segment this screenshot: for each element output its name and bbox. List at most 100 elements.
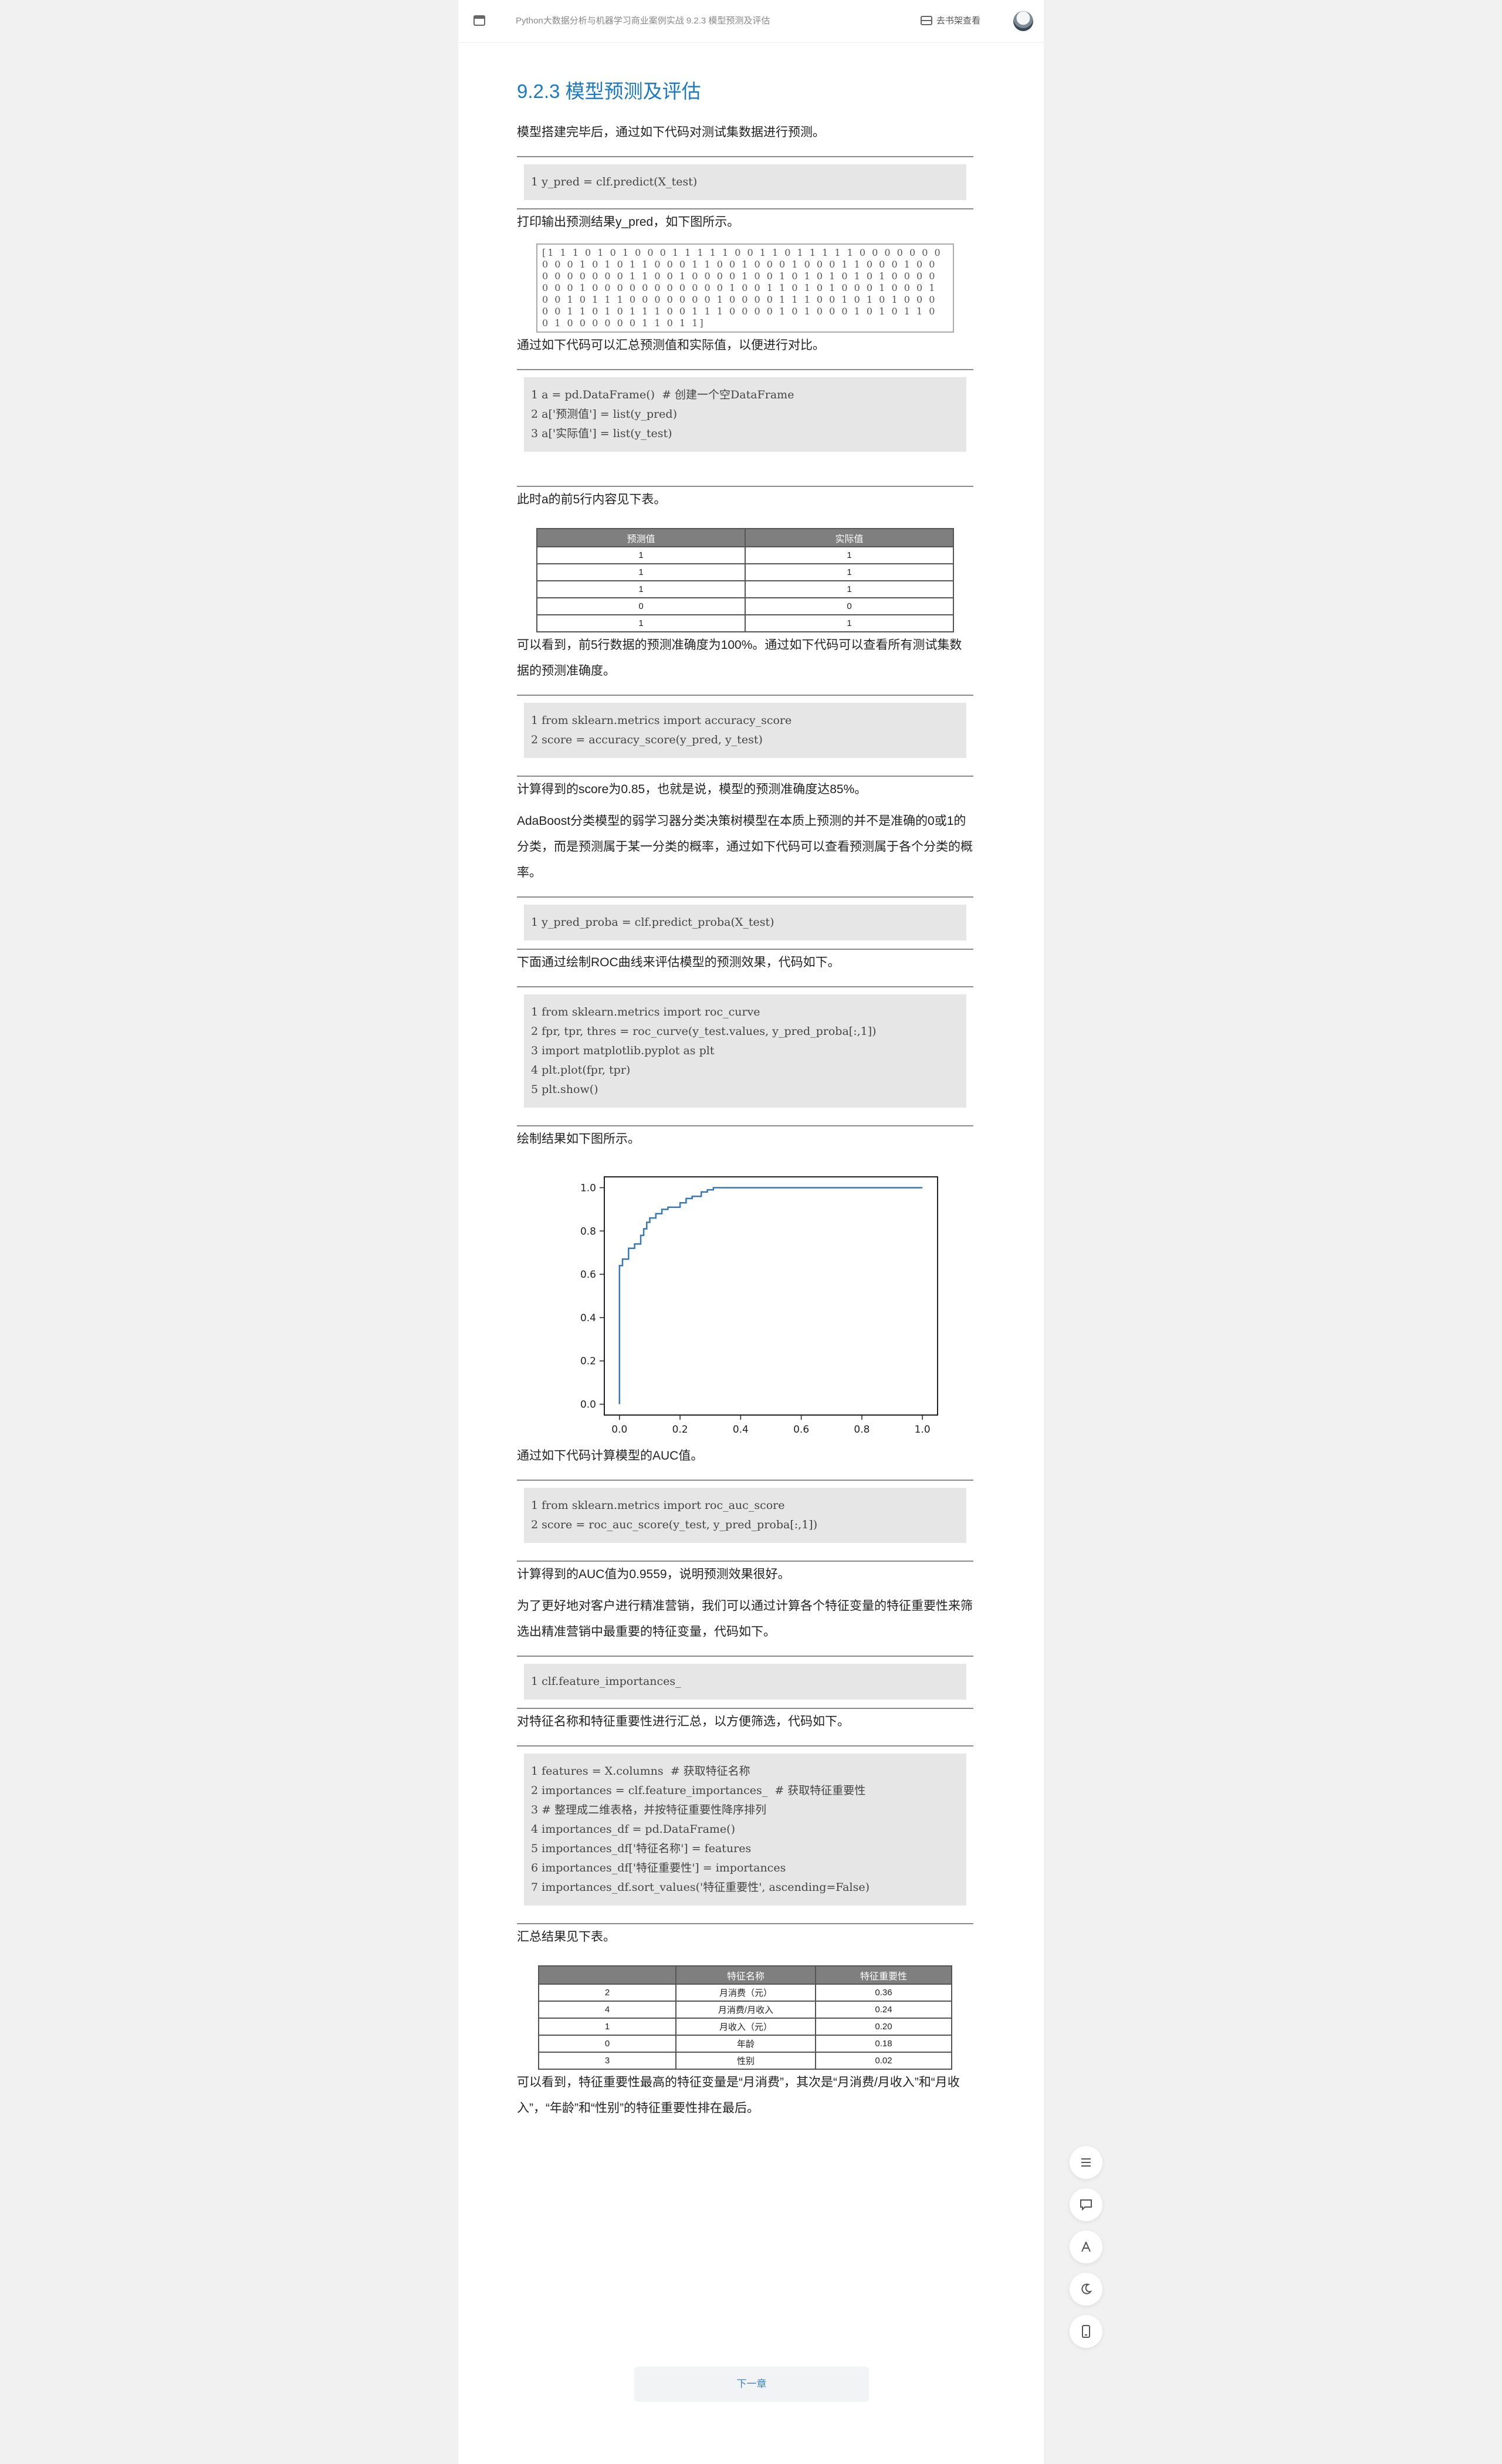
- table-header: 特征重要性: [815, 1965, 952, 1985]
- font-icon: [1081, 2242, 1091, 2252]
- divider: [517, 1480, 973, 1481]
- paragraph: 对特征名称和特征重要性进行汇总，以方便筛选，代码如下。: [517, 1715, 850, 1728]
- book-icon[interactable]: [473, 15, 485, 26]
- bookshelf-link[interactable]: 去书架查看: [921, 14, 980, 26]
- table-cell: 0.36: [815, 1984, 952, 2002]
- divider: [517, 1656, 973, 1657]
- y-tick-label: 0.4: [580, 1312, 596, 1324]
- paragraph: 此时a的前5行内容见下表。: [517, 493, 667, 506]
- reader-page: Python大数据分析与机器学习商业案例实战 9.2.3 模型预测及评估 去书架…: [458, 0, 1044, 2464]
- y-tick-label: 0.6: [580, 1269, 596, 1281]
- table-cell: 1: [745, 580, 954, 598]
- table-cell: 4: [538, 2001, 676, 2019]
- table-cell: 1: [536, 546, 746, 564]
- notes-button[interactable]: [1070, 2188, 1102, 2221]
- divider: [517, 986, 973, 987]
- table-header: 特征名称: [675, 1965, 816, 1985]
- paragraph: 为了更好地对客户进行精准营销，我们可以通过计算各个特征变量的特征重要性来筛选出精…: [517, 1599, 973, 1639]
- table-cell: 1: [538, 2018, 676, 2036]
- divider: [517, 695, 973, 696]
- y-tick-label: 0.0: [580, 1399, 596, 1411]
- night-mode-button[interactable]: [1070, 2273, 1102, 2306]
- table-cell: 0.24: [815, 2001, 952, 2019]
- font-settings-button[interactable]: [1070, 2231, 1102, 2263]
- table-row: 00: [536, 597, 954, 615]
- paragraph: 模型搭建完毕后，通过如下代码对测试集数据进行预测。: [517, 126, 825, 139]
- avatar[interactable]: [1013, 11, 1033, 31]
- table-cell: 0: [745, 597, 954, 615]
- next-chapter-button[interactable]: 下一章: [634, 2367, 869, 2402]
- paragraph: 通过如下代码可以汇总预测值和实际值，以便进行对比。: [517, 339, 825, 352]
- paragraph: 汇总结果见下表。: [517, 1930, 615, 1944]
- x-tick-label: 0.8: [854, 1424, 870, 1436]
- paragraph: 计算得到的score为0.85，也就是说，模型的预测准确度达85%。: [517, 783, 867, 796]
- table-row: 1 月收入（元） 0.20: [538, 2018, 952, 2036]
- divider: [517, 156, 973, 157]
- night-mode-icon: [1081, 2283, 1092, 2294]
- list-icon: [1081, 2158, 1091, 2167]
- breadcrumb: Python大数据分析与机器学习商业案例实战 9.2.3 模型预测及评估: [516, 16, 770, 26]
- y-tick-label: 1.0: [580, 1182, 596, 1194]
- table-cell: 1: [536, 580, 746, 598]
- x-tick-label: 0.0: [611, 1424, 627, 1436]
- code-block: 1 from sklearn.metrics import roc_curve …: [524, 994, 966, 1108]
- y-pred-output: [1 1 1 0 1 0 1 0 0 0 1 1 1 1 1 0 0 1 1 0…: [536, 243, 954, 333]
- divider: [517, 896, 973, 898]
- table-row: 11: [536, 614, 954, 632]
- paragraph: 绘制结果如下图所示。: [517, 1132, 640, 1146]
- paragraph: 计算得到的AUC值为0.9559，说明预测效果很好。: [517, 1568, 790, 1581]
- table-cell: 1: [536, 563, 746, 581]
- table-cell: 月收入（元）: [675, 2018, 816, 2036]
- table-cell: 月消费/月收入: [675, 2001, 816, 2019]
- code-block: 1 features = X.columns # 获取特征名称 2 import…: [524, 1754, 966, 1905]
- table-cell: 0.02: [815, 2052, 952, 2070]
- paragraph: 下面通过绘制ROC曲线来评估模型的预测效果，代码如下。: [517, 956, 840, 969]
- paragraph: 可以看到，前5行数据的预测准确度为100%。通过如下代码可以查看所有测试集数据的…: [517, 638, 962, 678]
- table-row: 0 年龄 0.18: [538, 2035, 952, 2053]
- table-cell: 1: [536, 614, 746, 632]
- table-cell: 0: [536, 597, 746, 615]
- table-cell: 3: [538, 2052, 676, 2070]
- table-cell: 0: [538, 2035, 676, 2053]
- table-cell: 月消费（元）: [675, 1984, 816, 2002]
- divider: [517, 1745, 973, 1747]
- code-block: 1 y_pred = clf.predict(X_test): [524, 164, 966, 200]
- table-row: 11: [536, 546, 954, 564]
- code-block: 1 clf.feature_importances_: [524, 1664, 966, 1700]
- table-header: [538, 1965, 676, 1985]
- mobile-read-button[interactable]: [1070, 2315, 1102, 2348]
- paragraph: 可以看到，特征重要性最高的特征变量是“月消费”，其次是“月消费/月收入”和“月收…: [517, 2076, 960, 2115]
- bookshelf-icon: [921, 15, 932, 25]
- table-row: 11: [536, 580, 954, 598]
- table-row: 11: [536, 563, 954, 581]
- x-tick-label: 0.2: [672, 1424, 688, 1436]
- comment-icon: [1080, 2199, 1092, 2211]
- y-tick-label: 0.2: [580, 1356, 596, 1368]
- table-row: 2 月消费（元） 0.36: [538, 1984, 952, 2002]
- table-cell: 2: [538, 1984, 676, 2002]
- toc-button[interactable]: [1070, 2146, 1102, 2179]
- paragraph: AdaBoost分类模型的弱学习器分类决策树模型在本质上预测的并不是准确的0或1…: [517, 814, 973, 879]
- table-cell: 1: [745, 614, 954, 632]
- code-block: 1 a = pd.DataFrame() # 创建一个空DataFrame 2 …: [524, 377, 966, 452]
- code-block: 1 from sklearn.metrics import roc_auc_sc…: [524, 1488, 966, 1543]
- divider: [517, 369, 973, 370]
- plot-area: [604, 1176, 938, 1416]
- table-row: 4 月消费/月收入 0.24: [538, 2001, 952, 2019]
- table-row: 3 性别 0.02: [538, 2052, 952, 2070]
- top-bar: Python大数据分析与机器学习商业案例实战 9.2.3 模型预测及评估 去书架…: [458, 0, 1044, 43]
- table-cell: 年龄: [675, 2035, 816, 2053]
- table-cell: 1: [745, 563, 954, 581]
- code-block: 1 from sklearn.metrics import accuracy_s…: [524, 703, 966, 758]
- feature-importance-table: 特征名称 特征重要性 2 月消费（元） 0.36 4 月消费/月收入 0.24 1 月收入…: [538, 1965, 952, 2070]
- phone-icon: [1082, 2325, 1090, 2338]
- article: 9.2.3 模型预测及评估 模型搭建完毕后，通过如下代码对测试集数据进行预测。 …: [517, 42, 973, 2121]
- roc-chart: 0.0 0.2 0.4 0.6 0.8 1.0 0.0 0.2 0.4 0.6 0.8 1.0: [580, 1176, 938, 1436]
- section-title: 9.2.3 模型预测及评估: [517, 80, 701, 102]
- prediction-table: 预测值 实际值 11 11 11 00 11: [536, 528, 954, 632]
- table-header: 实际值: [745, 528, 954, 547]
- table-cell: 1: [745, 546, 954, 564]
- y-tick-label: 0.8: [580, 1226, 596, 1237]
- table-cell: 0.18: [815, 2035, 952, 2053]
- table-cell: 性别: [675, 2052, 816, 2070]
